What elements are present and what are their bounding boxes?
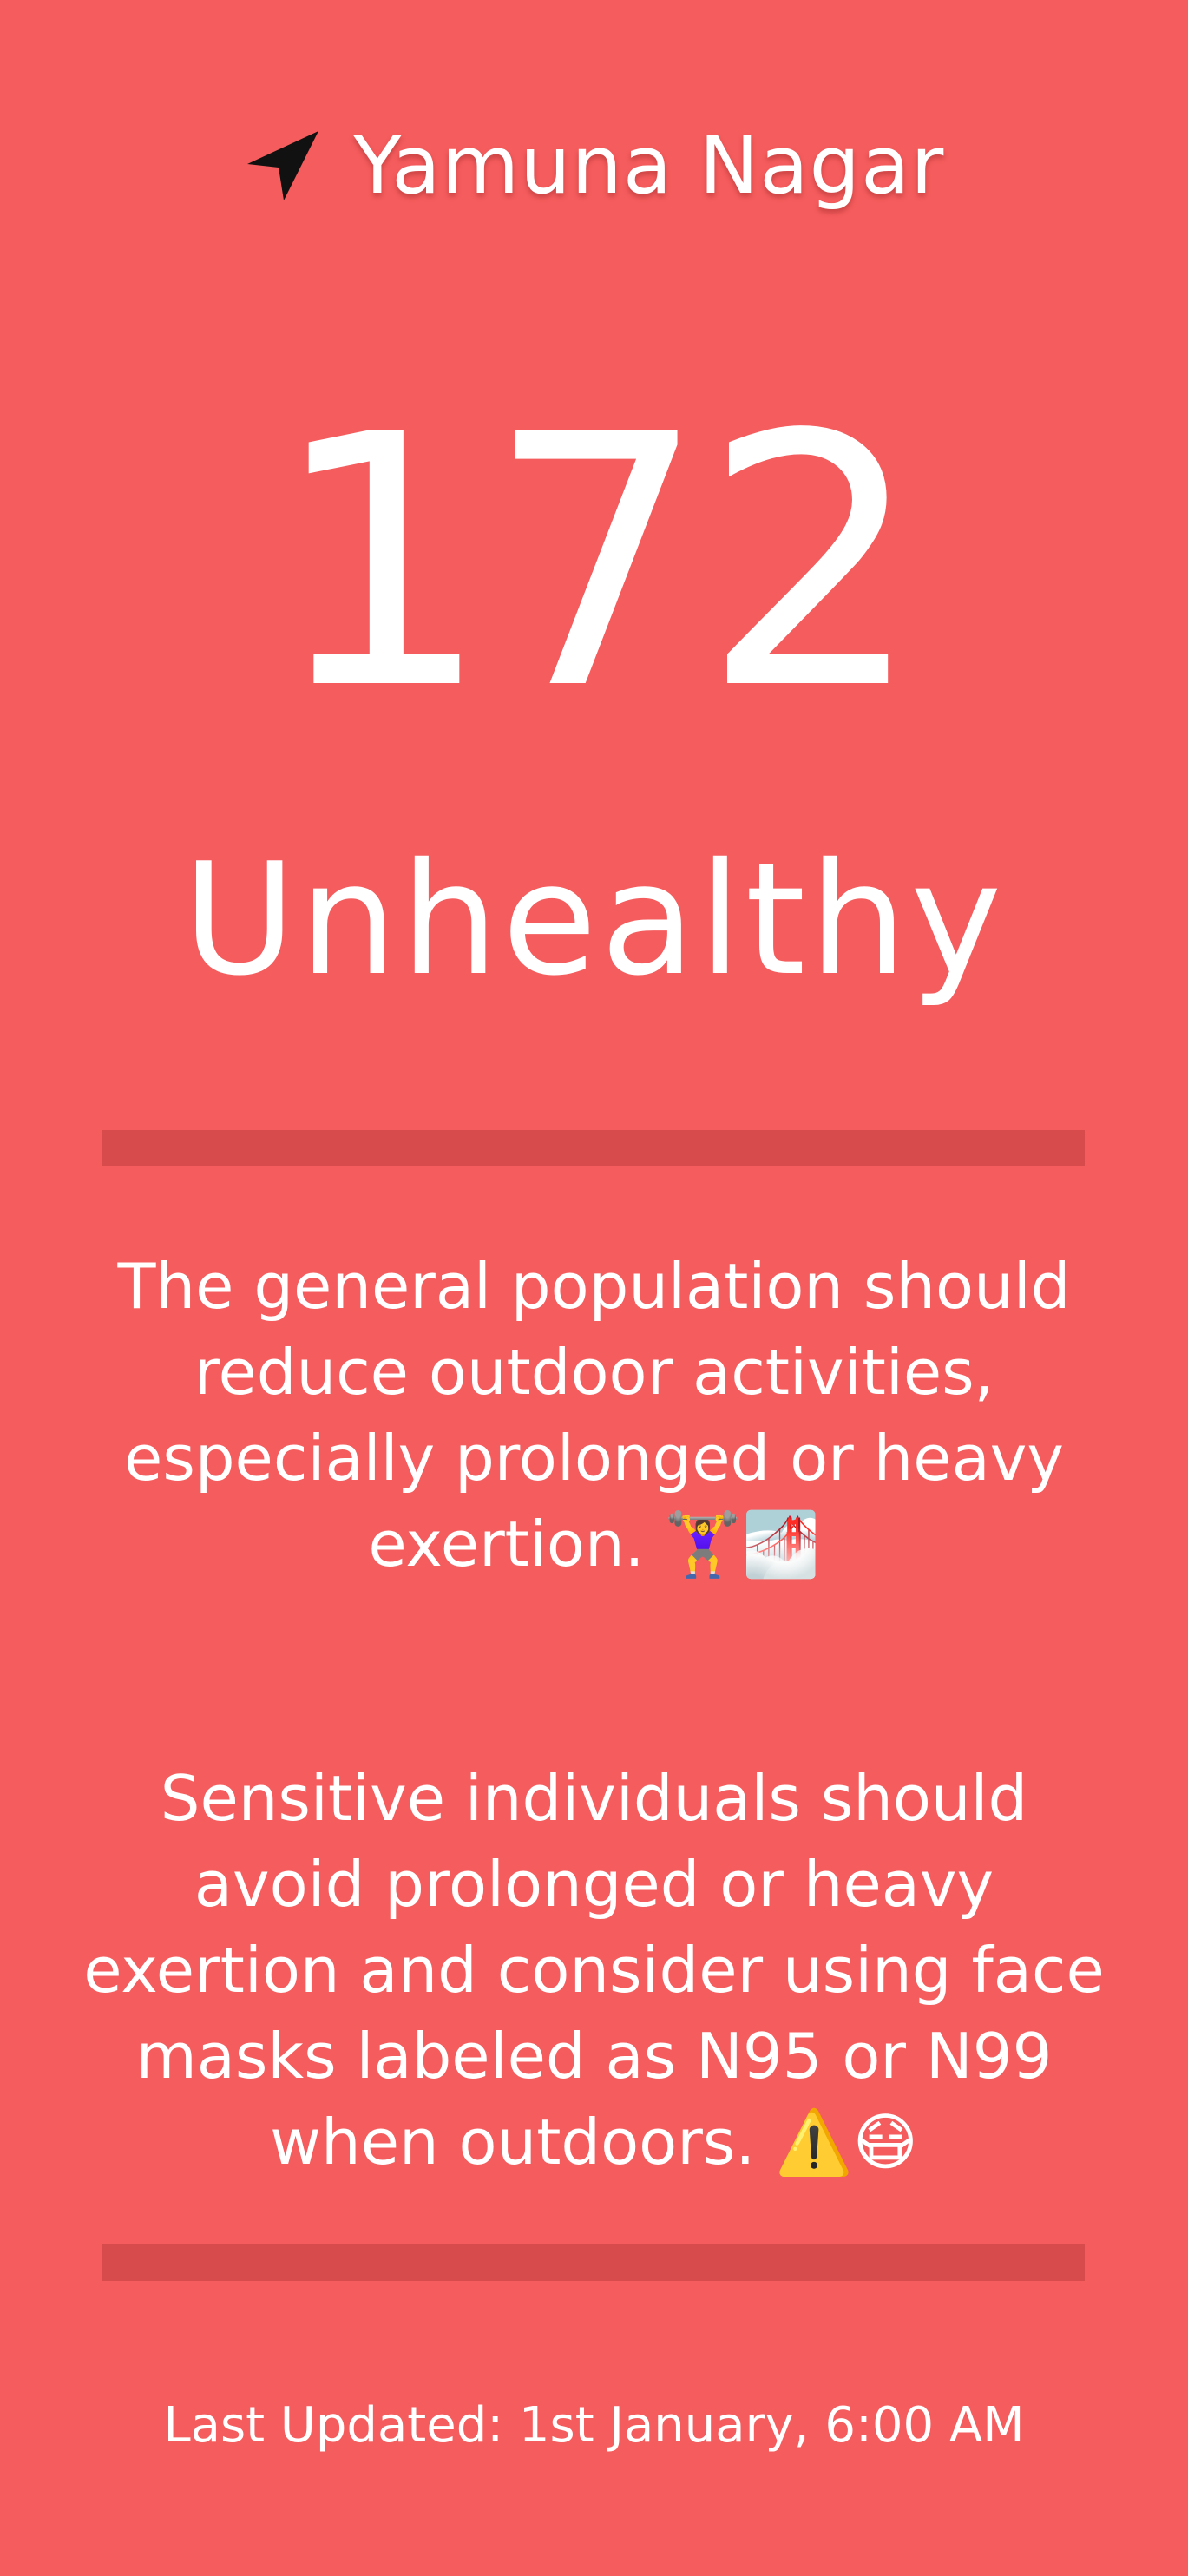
location-header: Yamuna Nagar bbox=[0, 113, 1188, 217]
sensitive-individuals-advice: Sensitive individuals should avoid prolo… bbox=[83, 1762, 1105, 2178]
last-updated: Last Updated: 1st January, 6:00 AM bbox=[163, 2397, 1025, 2454]
divider bbox=[102, 2244, 1085, 2281]
aqi-category: Unhealthy bbox=[182, 830, 1006, 1009]
navigation-arrow-icon bbox=[244, 126, 322, 204]
location-name: Yamuna Nagar bbox=[352, 118, 945, 212]
divider bbox=[102, 1130, 1085, 1166]
general-population-advice: The general population should reduce out… bbox=[117, 1250, 1071, 1580]
aqi-value: 172 bbox=[270, 362, 922, 766]
